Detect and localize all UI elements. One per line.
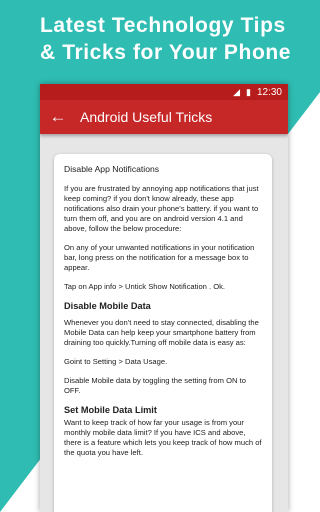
status-bar: ◢ ▮ 12:30 (40, 84, 288, 100)
toolbar-title: Android Useful Tricks (80, 109, 213, 125)
paragraph: On any of your unwanted notifications in… (64, 243, 255, 272)
heading-set-data-limit: Set Mobile Data Limit (64, 405, 157, 415)
heading-disable-mobile-data: Disable Mobile Data (64, 301, 151, 311)
promo-banner: Latest Technology Tips & Tricks for Your… (40, 12, 310, 66)
heading-disable-notifications: Disable App Notifications (64, 164, 160, 174)
battery-icon: ▮ (246, 86, 251, 97)
app-toolbar: ← Android Useful Tricks (40, 100, 288, 134)
paragraph: Goint to Setting > Data Usage. (64, 357, 168, 366)
paragraph: Whenever you don't need to stay connecte… (64, 318, 259, 347)
phone-screen: ◢ ▮ 12:30 ← Android Useful Tricks Disabl… (40, 84, 288, 512)
arrow-back-icon[interactable]: ← (40, 107, 76, 127)
signal-icon: ◢ (233, 86, 241, 97)
article-card[interactable]: Disable App Notifications If you are fru… (54, 154, 272, 512)
status-time: 12:30 (256, 86, 282, 98)
paragraph: Tap on App info > Untick Show Notificati… (64, 282, 226, 291)
banner-line-1: Latest Technology Tips (40, 14, 286, 37)
banner-line-2: & Tricks for Your Phone (40, 41, 292, 64)
paragraph: Disable Mobile data by toggling the sett… (64, 376, 246, 395)
paragraph: If you are frustrated by annoying app no… (64, 184, 259, 233)
paragraph: Want to keep track of how far your usage… (64, 418, 262, 457)
